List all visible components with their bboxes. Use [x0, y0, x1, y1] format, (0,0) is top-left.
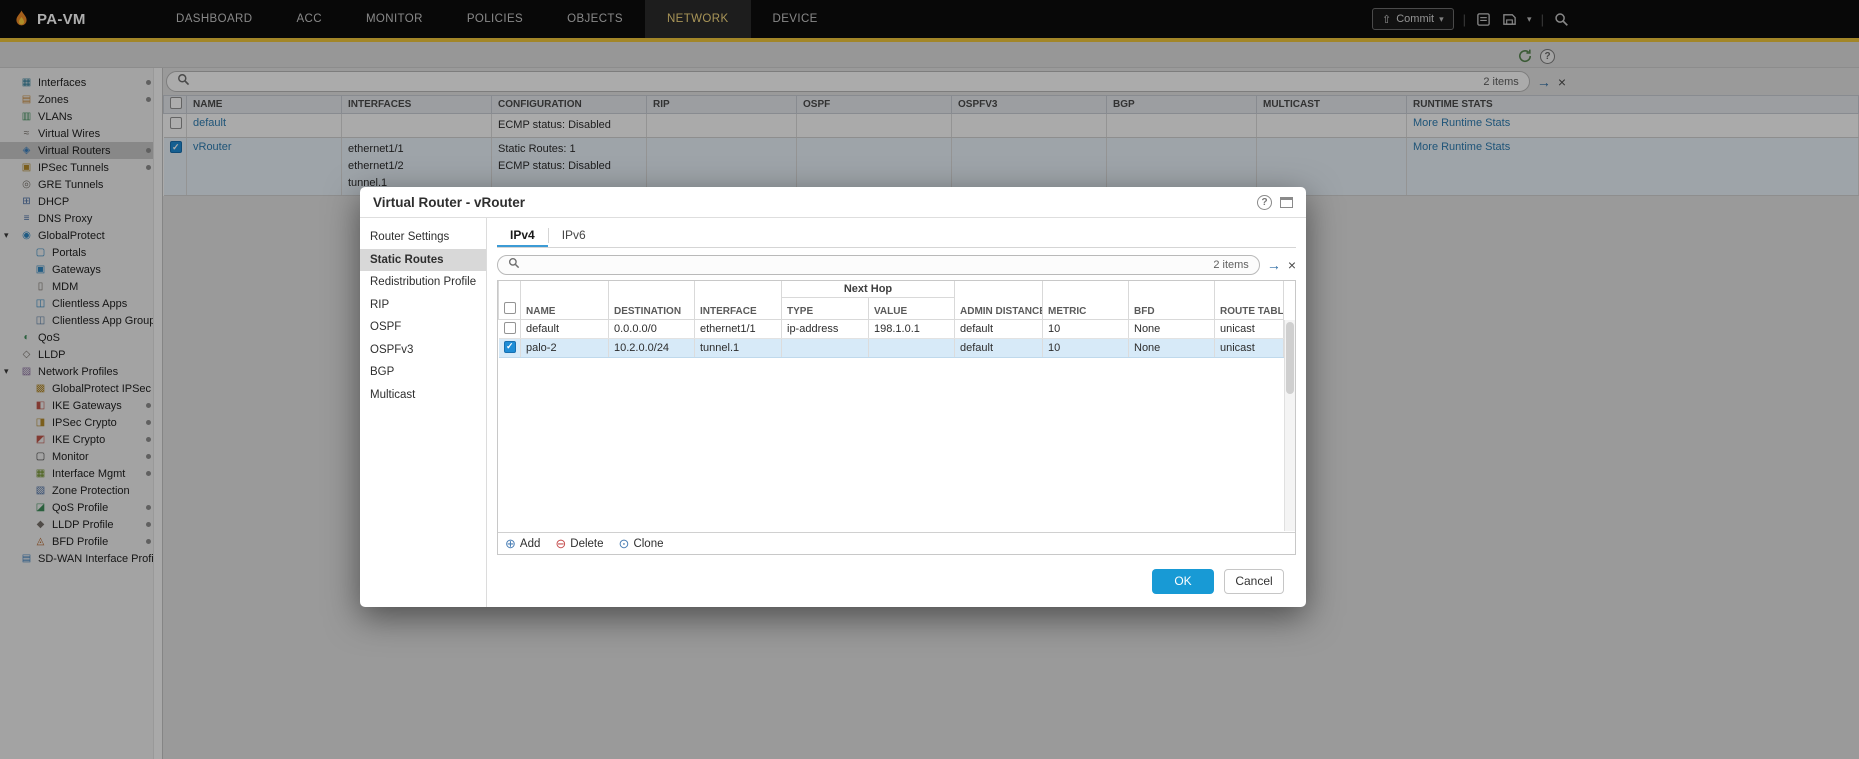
col-name[interactable]: NAME	[521, 281, 609, 320]
dialog-search-input[interactable]: 2 items	[497, 255, 1260, 275]
clone-icon: ⊙	[619, 537, 630, 550]
add-icon: ⊕	[505, 537, 516, 550]
checkbox-cell	[499, 320, 521, 339]
destination-cell: 0.0.0.0/0	[609, 320, 695, 339]
table-scrollbar[interactable]	[1284, 320, 1295, 531]
dialog-body: Router SettingsStatic RoutesRedistributi…	[360, 218, 1306, 607]
col-group-next-hop: Next Hop	[782, 281, 955, 298]
delete-icon: ⊖	[555, 537, 566, 550]
value-cell	[869, 339, 955, 358]
interface-cell: ethernet1/1	[695, 320, 782, 339]
dialog-main: IPv4IPv6 2 items → ×	[487, 218, 1306, 607]
dialog-filter-row: 2 items → ×	[497, 255, 1296, 275]
metric-cell: 10	[1043, 339, 1129, 358]
bfd-cell: None	[1129, 320, 1215, 339]
virtual-router-dialog: Virtual Router - vRouter ? Router Settin…	[360, 187, 1306, 607]
name-cell: palo-2	[521, 339, 609, 358]
static-routes-body: default0.0.0.0/0ethernet1/1ip-address198…	[499, 320, 1284, 358]
dialog-footer: OK Cancel	[497, 555, 1296, 607]
add-button[interactable]: ⊕ Add	[505, 537, 540, 550]
dialog-tabs: IPv4IPv6	[497, 224, 1296, 248]
search-icon	[508, 256, 520, 274]
dialog-nav-redistribution-profile[interactable]: Redistribution Profile	[360, 271, 486, 294]
dialog-nav-rip[interactable]: RIP	[360, 294, 486, 317]
type-cell	[782, 339, 869, 358]
row-checkbox[interactable]	[504, 341, 516, 353]
action-label: Add	[520, 538, 540, 550]
destination-cell: 10.2.0.0/24	[609, 339, 695, 358]
dialog-tab-ipv6[interactable]: IPv6	[549, 224, 599, 247]
col-bfd[interactable]: BFD	[1129, 281, 1215, 320]
dialog-nav-router-settings[interactable]: Router Settings	[360, 226, 486, 249]
admin-distance-cell: default	[955, 320, 1043, 339]
clear-filter-icon[interactable]: ×	[1288, 258, 1296, 272]
col-type[interactable]: TYPE	[782, 298, 869, 320]
row-checkbox[interactable]	[504, 322, 516, 334]
bfd-cell: None	[1129, 339, 1215, 358]
dialog-tab-ipv4[interactable]: IPv4	[497, 224, 548, 247]
dialog-nav-multicast[interactable]: Multicast	[360, 384, 486, 407]
cancel-button[interactable]: Cancel	[1224, 569, 1284, 594]
admin-distance-cell: default	[955, 339, 1043, 358]
dialog-maximize-icon[interactable]	[1280, 197, 1293, 208]
name-cell: default	[521, 320, 609, 339]
type-cell: ip-address	[782, 320, 869, 339]
items-count: 2 items	[1213, 259, 1248, 271]
metric-cell: 10	[1043, 320, 1129, 339]
dialog-title-bar[interactable]: Virtual Router - vRouter ?	[360, 187, 1306, 218]
checkbox-cell	[499, 339, 521, 358]
col-interface[interactable]: INTERFACE	[695, 281, 782, 320]
delete-button[interactable]: ⊖ Delete	[555, 537, 603, 550]
panos-app: PA-VM DASHBOARDACCMONITORPOLICIESOBJECTS…	[0, 0, 1859, 759]
col-admin-distance[interactable]: ADMIN DISTANCE	[955, 281, 1043, 320]
action-label: Delete	[570, 538, 603, 550]
static-routes-tablebox: NAME DESTINATION INTERFACE Next Hop ADMI…	[497, 280, 1296, 555]
select-all-checkbox[interactable]	[504, 302, 516, 314]
dialog-nav-static-routes[interactable]: Static Routes	[360, 249, 486, 272]
value-cell: 198.1.0.1	[869, 320, 955, 339]
dialog-title: Virtual Router - vRouter	[373, 195, 525, 210]
route-table-cell: unicast	[1215, 320, 1284, 339]
static-route-row-palo-2[interactable]: palo-210.2.0.0/24tunnel.1 default10Noneun…	[499, 339, 1284, 358]
dialog-nav: Router SettingsStatic RoutesRedistributi…	[360, 218, 487, 607]
apply-filter-icon[interactable]: →	[1267, 258, 1281, 272]
clone-button[interactable]: ⊙Clone	[619, 537, 664, 550]
col-route-table[interactable]: ROUTE TABLE	[1215, 281, 1284, 320]
action-label: Clone	[633, 538, 663, 550]
dialog-nav-bgp[interactable]: BGP	[360, 361, 486, 384]
col-destination[interactable]: DESTINATION	[609, 281, 695, 320]
static-routes-table: NAME DESTINATION INTERFACE Next Hop ADMI…	[498, 281, 1284, 358]
col-metric[interactable]: METRIC	[1043, 281, 1129, 320]
dialog-actions: ⊕ Add ⊖ Delete ⊙Clone	[498, 532, 1295, 554]
dialog-help-icon[interactable]: ?	[1257, 195, 1272, 210]
static-route-row-default[interactable]: default0.0.0.0/0ethernet1/1ip-address198…	[499, 320, 1284, 339]
ok-button[interactable]: OK	[1152, 569, 1214, 594]
route-table-cell: unicast	[1215, 339, 1284, 358]
col-value[interactable]: VALUE	[869, 298, 955, 320]
dialog-nav-ospfv3[interactable]: OSPFv3	[360, 339, 486, 362]
dialog-nav-ospf[interactable]: OSPF	[360, 316, 486, 339]
interface-cell: tunnel.1	[695, 339, 782, 358]
